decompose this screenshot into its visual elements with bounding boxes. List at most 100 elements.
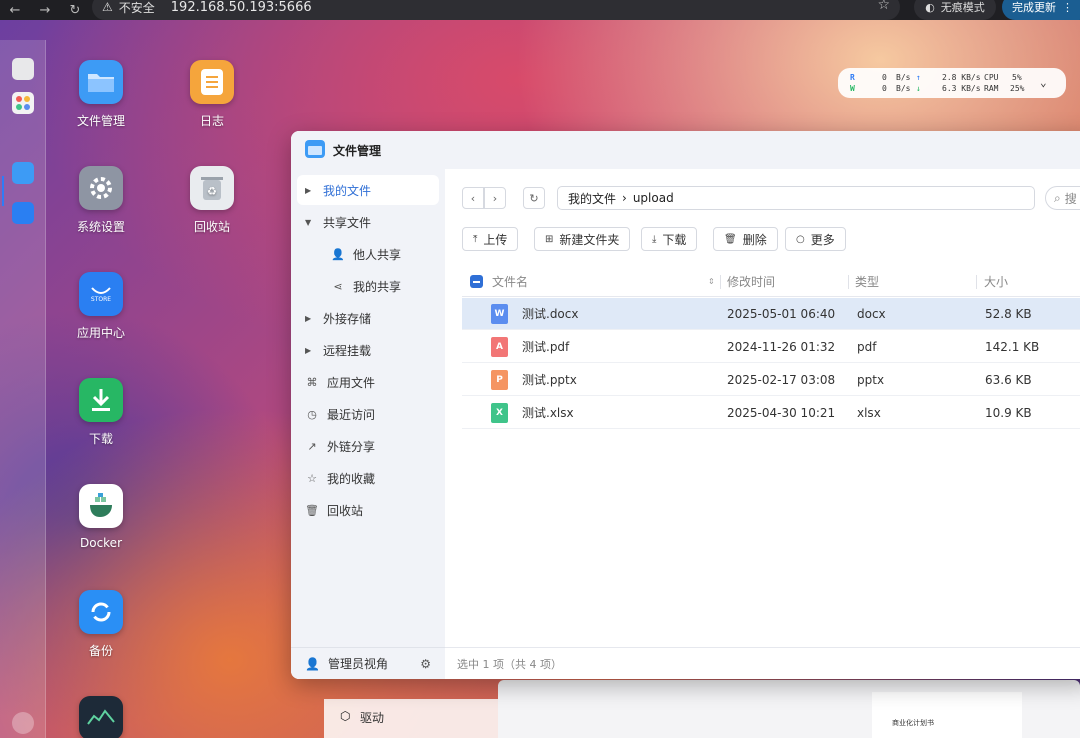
- address-bar[interactable]: ⚠ 不安全 192.168.50.193:5666 ☆: [92, 0, 900, 20]
- file-modified: 2025-05-01 06:40: [727, 306, 836, 321]
- refresh-status-icon[interactable]: [12, 712, 34, 734]
- trash-icon: 🗑: [724, 233, 737, 245]
- dock-active-indicator: [2, 176, 4, 206]
- sidebar-item-recent[interactable]: ◷ 最近访问: [297, 399, 439, 429]
- table-row[interactable]: X 测试.xlsx 2025-04-30 10:21 xlsx 10.9 KB: [462, 397, 1080, 429]
- admin-view-label: 管理员视角: [327, 657, 388, 671]
- trash-icon: 🗑: [305, 503, 319, 517]
- desktop-icon-label: 日志: [199, 114, 224, 128]
- column-header-type[interactable]: 类型: [855, 273, 879, 290]
- sidebar-item-recycle-bin[interactable]: 🗑 回收站: [297, 495, 439, 525]
- download-button[interactable]: ⤓ 下载: [641, 227, 698, 251]
- download-icon: ⤓: [652, 233, 657, 245]
- desktop-icon-recycle-bin[interactable]: ♻ 回收站: [172, 166, 252, 235]
- column-header-modified[interactable]: 修改时间: [727, 273, 775, 290]
- table-header: 文件名 ⇕ 修改时间 类型 大小: [462, 267, 1080, 297]
- bookmark-star-icon[interactable]: ☆: [877, 0, 890, 13]
- folder-icon: [305, 139, 325, 161]
- store-icon: STORE: [79, 272, 123, 316]
- column-header-name[interactable]: 文件名: [492, 273, 528, 290]
- table-row[interactable]: A 测试.pdf 2024-11-26 01:32 pdf 142.1 KB: [462, 331, 1080, 363]
- monitor-icon[interactable]: [12, 58, 34, 80]
- recycle-bin-icon: ♻: [190, 166, 234, 210]
- new-folder-label: 新建文件夹: [559, 232, 620, 247]
- app-center-dock-icon[interactable]: [12, 202, 34, 224]
- incognito-indicator[interactable]: ◐ 无痕模式: [914, 0, 996, 20]
- gear-icon[interactable]: ⚙: [420, 657, 431, 671]
- dock: [0, 40, 46, 738]
- back-button[interactable]: ‹: [462, 187, 484, 209]
- table-row[interactable]: W 测试.docx 2025-05-01 06:40 docx 52.8 KB: [462, 298, 1080, 330]
- star-icon: ☆: [307, 471, 317, 485]
- background-sidebar-panel: ⬡ 驱动: [324, 699, 504, 738]
- sidebar-item-my-files[interactable]: ▶ 我的文件: [297, 175, 439, 205]
- svg-text:♻: ♻: [207, 185, 217, 198]
- chevron-left-icon: ‹: [470, 191, 476, 205]
- sidebar-item-shared-files[interactable]: ▼ 共享文件: [297, 207, 439, 237]
- sidebar-item-my-shares[interactable]: ⋖ 我的共享: [297, 271, 439, 301]
- desktop-icon-file-manager[interactable]: 文件管理: [61, 60, 141, 129]
- breadcrumb[interactable]: 我的文件 › upload: [557, 186, 1035, 210]
- user-icon: 👤: [331, 247, 345, 261]
- forward-button[interactable]: ›: [484, 187, 506, 209]
- sidebar-item-app-files[interactable]: ⌘ 应用文件: [297, 367, 439, 397]
- file-size: 142.1 KB: [985, 339, 1040, 354]
- upload-label: 上传: [483, 232, 508, 247]
- new-folder-button[interactable]: ⊞ 新建文件夹: [534, 227, 631, 251]
- sidebar-item-remote-mount[interactable]: ▶ 远程挂载: [297, 335, 439, 365]
- chevron-down-icon[interactable]: ⌄: [1040, 76, 1047, 89]
- back-icon[interactable]: ←: [0, 3, 30, 18]
- window-titlebar[interactable]: 文件管理: [291, 131, 1080, 169]
- select-all-checkbox[interactable]: [470, 275, 483, 288]
- reload-icon[interactable]: ↻: [60, 3, 90, 18]
- system-stats-widget[interactable]: R W 0 B/s 0 B/s ↑ ↓ 2.8 KB/s 6.3 KB/s CP…: [838, 68, 1066, 98]
- caret-right-icon: ▶: [305, 313, 312, 323]
- file-type: docx: [857, 306, 886, 321]
- refresh-button[interactable]: ↻: [523, 187, 545, 209]
- search-input[interactable]: ⌕ 搜: [1045, 186, 1080, 210]
- sidebar-item-external-storage[interactable]: ▶ 外接存储: [297, 303, 439, 333]
- breadcrumb-root[interactable]: 我的文件: [568, 190, 616, 207]
- file-manager-dock-icon[interactable]: [12, 162, 34, 184]
- desktop-icon-settings[interactable]: 系统设置: [61, 166, 141, 235]
- more-button[interactable]: ○ 更多: [785, 227, 846, 251]
- sidebar-item-favorites[interactable]: ☆ 我的收藏: [297, 463, 439, 493]
- desktop-icon-backup[interactable]: 备份: [61, 590, 141, 659]
- share-icon: ⋖: [333, 279, 343, 293]
- file-name: 测试.pdf: [522, 340, 570, 354]
- desktop-icon-docker[interactable]: Docker: [61, 484, 141, 550]
- desktop-icon-app-center[interactable]: STORE 应用中心: [61, 272, 141, 341]
- column-header-size[interactable]: 大小: [984, 273, 1008, 290]
- ram-label: RAM: [984, 84, 999, 93]
- upload-button[interactable]: ⤒ 上传: [462, 227, 519, 251]
- forward-icon[interactable]: →: [30, 3, 60, 18]
- warning-icon[interactable]: ⚠: [102, 0, 113, 14]
- delete-button[interactable]: 🗑 删除: [713, 227, 778, 251]
- sidebar-item-link-share[interactable]: ↗ 外链分享: [297, 431, 439, 461]
- security-warning-label[interactable]: 不安全: [119, 0, 155, 16]
- apps-icon: ⌘: [306, 375, 318, 389]
- url-text[interactable]: 192.168.50.193:5666: [171, 0, 312, 15]
- clock-icon: ◷: [307, 407, 317, 421]
- table-row[interactable]: P 测试.pptx 2025-02-17 03:08 pptx 63.6 KB: [462, 364, 1080, 396]
- finish-update-button[interactable]: 完成更新 ⋮: [1002, 0, 1080, 20]
- more-circle-icon: ○: [796, 233, 805, 245]
- sidebar-item-others-shared[interactable]: 👤 他人共享: [297, 239, 439, 269]
- desktop-icon-log[interactable]: 日志: [172, 60, 252, 129]
- admin-view-toggle[interactable]: 👤 管理员视角 ⚙: [291, 647, 445, 679]
- sidebar-item-label: 回收站: [327, 503, 364, 518]
- apps-grid-icon[interactable]: [12, 92, 34, 114]
- breadcrumb-current[interactable]: upload: [633, 191, 674, 205]
- sort-icon[interactable]: ⇕: [708, 277, 715, 286]
- external-link-icon: ↗: [307, 439, 317, 453]
- incognito-icon: ◐: [925, 0, 935, 14]
- sidebar-item-label: 我的文件: [323, 183, 372, 198]
- desktop-icon-download[interactable]: 下载: [61, 378, 141, 447]
- docker-icon: [79, 484, 123, 528]
- disk-write-value: 0: [882, 84, 887, 93]
- disk-write-unit: B/s: [896, 84, 911, 93]
- disk-write-label: W: [850, 84, 855, 93]
- file-manager-window: 文件管理 ▶ 我的文件 ▼ 共享文件 👤 他人共享 ⋖ 我的共享 ▶ 外接存储 …: [291, 131, 1080, 679]
- folder-plus-icon: ⊞: [545, 233, 554, 245]
- desktop-icon-monitor[interactable]: [61, 696, 141, 738]
